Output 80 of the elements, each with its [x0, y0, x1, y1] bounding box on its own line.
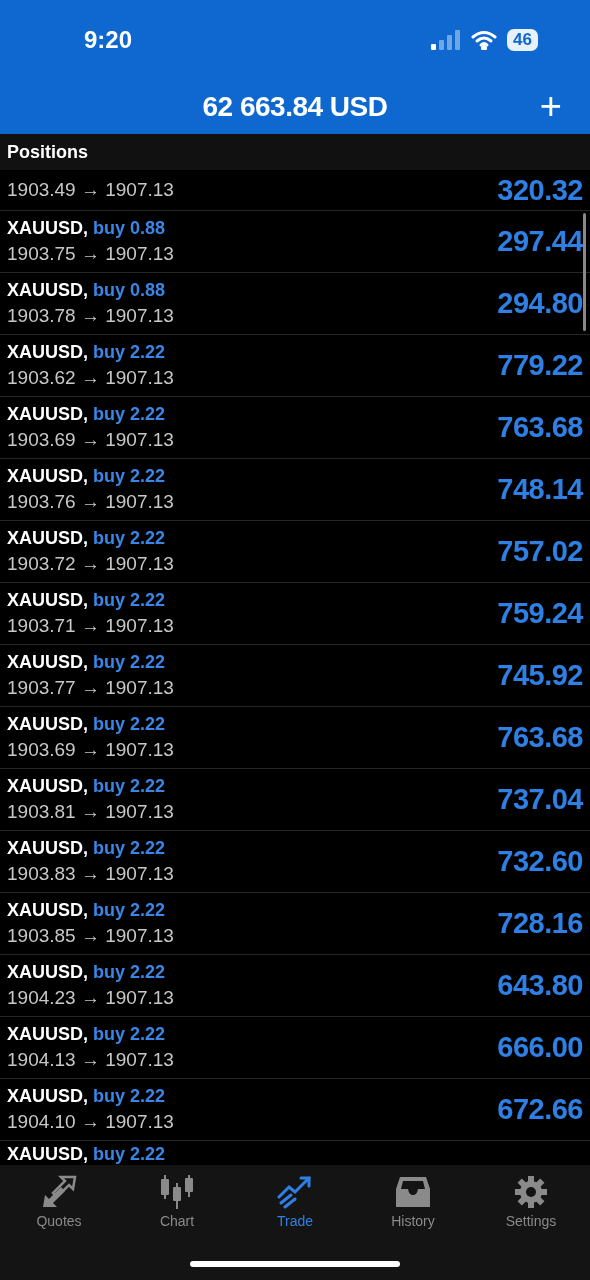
- wifi-icon: [471, 30, 498, 50]
- position-title: XAUUSD, buy 0.88: [7, 218, 167, 239]
- profit-value: 732.60: [497, 845, 583, 878]
- price-range: 1903.69 → 1907.13: [7, 739, 175, 761]
- position-row[interactable]: XAUUSD, buy 2.22 1903.72 → 1907.13 757.02: [0, 521, 590, 583]
- price-range: 1903.71 → 1907.13: [7, 615, 175, 637]
- profit-value: 737.04: [497, 783, 583, 816]
- price-range: 1903.75 → 1907.13: [7, 243, 175, 265]
- tab-item[interactable]: Trade: [236, 1175, 354, 1229]
- profit-value: 297.44: [497, 225, 583, 258]
- position-title: XAUUSD, buy 2.22: [7, 652, 167, 673]
- position-title: XAUUSD, buy 2.22: [7, 1086, 167, 1107]
- position-row[interactable]: XAUUSD, buy 2.22 1903.69 → 1907.13 763.68: [0, 397, 590, 459]
- tab-item[interactable]: Quotes: [0, 1175, 118, 1229]
- add-button[interactable]: +: [539, 86, 562, 126]
- position-row[interactable]: XAUUSD, buy 2.22 1903.62 → 1907.13 779.22: [0, 335, 590, 397]
- profit-value: 759.24: [497, 597, 583, 630]
- tab-item[interactable]: History: [354, 1175, 472, 1229]
- price-range: 1903.49 → 1907.13: [7, 179, 175, 201]
- price-range: 1903.85 → 1907.13: [7, 925, 175, 947]
- position-row[interactable]: XAUUSD, buy 2.22 1903.71 → 1907.13 759.24: [0, 583, 590, 645]
- price-range: 1904.23 → 1907.13: [7, 987, 175, 1009]
- price-range: 1903.69 → 1907.13: [7, 429, 175, 451]
- tab-item[interactable]: Settings: [472, 1175, 590, 1229]
- profit-value: 666.00: [497, 1031, 583, 1064]
- position-row[interactable]: 1903.49 → 1907.13 320.32: [0, 170, 590, 211]
- position-title: XAUUSD, buy 2.22: [7, 342, 167, 363]
- position-row[interactable]: XAUUSD, buy 2.22 1903.81 → 1907.13 737.04: [0, 769, 590, 831]
- signal-icon: [431, 30, 462, 50]
- profit-value: 320.32: [497, 173, 583, 207]
- profit-value: 643.80: [497, 969, 583, 1002]
- price-range: 1903.83 → 1907.13: [7, 863, 175, 885]
- status-time: 9:20: [84, 26, 134, 54]
- price-range: 1903.77 → 1907.13: [7, 677, 175, 699]
- position-row[interactable]: XAUUSD, buy 2.22 1903.85 → 1907.13 728.16: [0, 893, 590, 955]
- price-range: 1904.10 → 1907.13: [7, 1111, 175, 1133]
- position-title: XAUUSD, buy 2.22: [7, 776, 167, 797]
- balance-title: 62 663.84 USD: [202, 91, 388, 123]
- position-title: XAUUSD, buy 2.22: [7, 962, 167, 983]
- candlestick-icon: [159, 1175, 195, 1209]
- profit-value: 763.68: [497, 411, 583, 444]
- position-title: XAUUSD, buy 2.22: [7, 404, 167, 425]
- position-row[interactable]: XAUUSD, buy 2.22 1903.77 → 1907.13 745.92: [0, 645, 590, 707]
- arrows-icon: [41, 1175, 77, 1209]
- position-row[interactable]: XAUUSD, buy 2.22 1903.76 → 1907.13 748.14: [0, 459, 590, 521]
- position-row[interactable]: XAUUSD, buy 2.22 1903.83 → 1907.13 732.60: [0, 831, 590, 893]
- position-row[interactable]: XAUUSD, buy 2.22 1904.13 → 1907.13 666.00: [0, 1017, 590, 1079]
- profit-value: 728.16: [497, 907, 583, 940]
- tab-item[interactable]: Chart: [118, 1175, 236, 1229]
- profit-value: 757.02: [497, 535, 583, 568]
- profit-value: 745.92: [497, 659, 583, 692]
- position-title: XAUUSD, buy 0.88: [7, 280, 167, 301]
- position-title: XAUUSD, buy 2.22: [7, 838, 167, 859]
- position-title: XAUUSD, buy 2.22: [7, 1024, 167, 1045]
- profit-value: 748.14: [497, 473, 583, 506]
- settings-icon: [513, 1175, 549, 1209]
- position-row[interactable]: XAUUSD, buy 2.22 1904.23 → 1907.13 643.80: [0, 955, 590, 1017]
- price-range: 1903.81 → 1907.13: [7, 801, 175, 823]
- position-title: XAUUSD, buy 2.22: [7, 466, 167, 487]
- position-row[interactable]: XAUUSD, buy 2.22 1904.10 → 1907.13 672.66: [0, 1079, 590, 1141]
- inbox-icon: [395, 1175, 431, 1209]
- position-title: XAUUSD, buy 2.22: [7, 900, 167, 921]
- price-range: 1903.76 → 1907.13: [7, 491, 175, 513]
- position-title: XAUUSD, buy 2.22: [7, 714, 167, 735]
- position-title: XAUUSD, buy 2.22: [7, 1144, 167, 1165]
- profit-value: 294.80: [497, 287, 583, 320]
- price-range: 1903.72 → 1907.13: [7, 553, 175, 575]
- position-title: XAUUSD, buy 2.22: [7, 528, 167, 549]
- profit-value: 672.66: [497, 1093, 583, 1126]
- position-row[interactable]: XAUUSD, buy 2.22 1903.69 → 1907.13 763.68: [0, 707, 590, 769]
- price-range: 1903.78 → 1907.13: [7, 305, 175, 327]
- price-range: 1903.62 → 1907.13: [7, 367, 175, 389]
- position-title: XAUUSD, buy 2.22: [7, 590, 167, 611]
- position-row[interactable]: XAUUSD, buy 2.22: [0, 1141, 590, 1165]
- trend-icon: [277, 1175, 313, 1209]
- battery-level: 46: [507, 29, 538, 51]
- section-header: Positions: [0, 134, 590, 170]
- profit-value: 779.22: [497, 349, 583, 382]
- price-range: 1904.13 → 1907.13: [7, 1049, 175, 1071]
- profit-value: 763.68: [497, 721, 583, 754]
